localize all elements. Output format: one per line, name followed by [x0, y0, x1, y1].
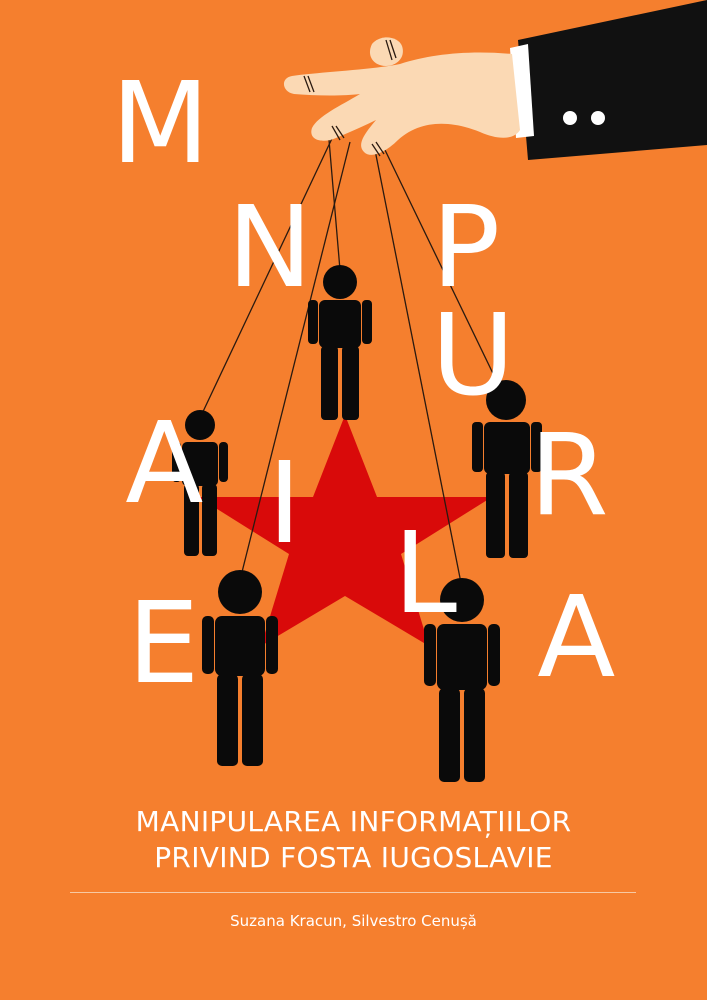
puppeteer-hand-icon — [283, 37, 520, 155]
book-title-line-1: MANIPULAREA INFORMAȚIILOR — [135, 805, 572, 838]
letter-u: U — [431, 291, 515, 421]
book-title-line-2: PRIVIND FOSTA IUGOSLAVIE — [154, 841, 553, 874]
authors: Suzana Kracun, Silvestro Cenușă — [230, 912, 477, 930]
puppet-figure-bottom-left — [202, 570, 278, 766]
letter-n: N — [227, 183, 313, 313]
puppet-figure-top — [308, 265, 372, 420]
letter-e: E — [127, 579, 200, 709]
book-cover: M N P U A R I L E A MANIPULAREA INFORMAȚ… — [0, 0, 707, 1000]
letter-a-right: A — [537, 573, 616, 703]
letter-r: R — [529, 411, 609, 541]
sleeve — [518, 0, 707, 160]
letter-l: L — [393, 509, 458, 639]
divider — [70, 892, 636, 893]
letter-i: I — [267, 439, 302, 569]
letter-a-left: A — [125, 399, 204, 529]
letter-p: P — [431, 183, 501, 313]
letter-m: M — [111, 59, 210, 189]
